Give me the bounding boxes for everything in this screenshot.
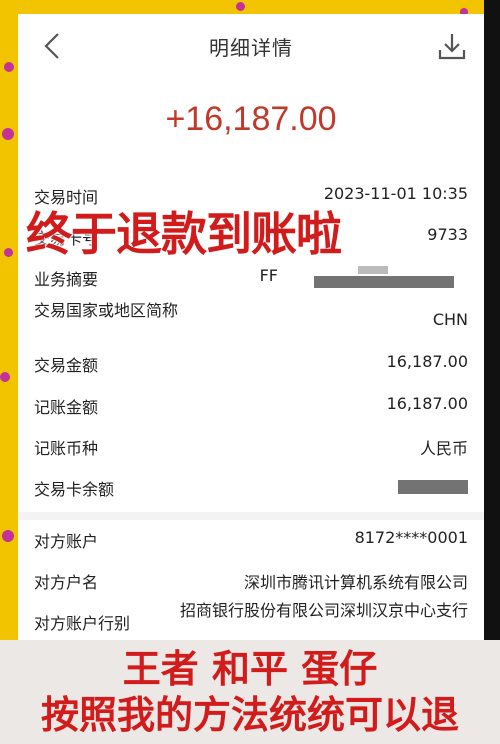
- detail-label: 记账币种: [34, 439, 99, 458]
- overlay-caption-top: 终于退款到账啦: [26, 207, 342, 261]
- section-divider: [18, 512, 484, 520]
- decor-dot: [236, 2, 245, 11]
- redacted-mosaic: [398, 480, 468, 494]
- page-title: 明细详情: [209, 36, 293, 60]
- detail-value: FF: [259, 266, 278, 285]
- detail-value: 8172****0001: [354, 528, 468, 547]
- redacted-mosaic: [314, 276, 454, 288]
- download-button[interactable]: [436, 30, 468, 62]
- detail-value: 16,187.00: [386, 394, 468, 413]
- detail-label: 对方账户: [34, 532, 99, 551]
- decor-dot: [4, 62, 14, 72]
- detail-label: 交易国家或地区简称: [34, 301, 179, 320]
- detail-label: 对方账户行别: [34, 614, 131, 633]
- app-header: 明细详情: [18, 14, 484, 80]
- transaction-amount: +16,187.00: [165, 100, 337, 138]
- detail-label: 交易金额: [34, 356, 99, 375]
- detail-label: 记账金额: [34, 398, 99, 417]
- detail-value: 人民币: [419, 439, 468, 458]
- decor-dot: [0, 372, 10, 382]
- detail-value: 16,187.00: [386, 352, 468, 371]
- detail-value: 招商银行股份有限公司深圳汉京中心支行: [179, 601, 468, 620]
- detail-label: 对方户名: [34, 573, 99, 592]
- overlay-caption-line2: 按照我的方法统统可以退: [40, 693, 459, 737]
- transaction-detail-screen: 明细详情 +16,187.00 交易时间 2023-11-01 10:35 交易…: [18, 14, 484, 734]
- detail-label: 业务摘要: [34, 270, 99, 289]
- frame-edge: [484, 0, 500, 744]
- detail-value: 深圳市腾讯计算机系统有限公司: [243, 573, 468, 592]
- detail-label: 交易卡余额: [34, 480, 115, 499]
- decor-dot: [4, 248, 13, 257]
- redacted-mosaic: [358, 266, 388, 274]
- decor-dot: [2, 128, 14, 140]
- detail-value: CHN: [432, 310, 468, 329]
- download-icon: [438, 34, 466, 60]
- decor-dot: [2, 530, 14, 542]
